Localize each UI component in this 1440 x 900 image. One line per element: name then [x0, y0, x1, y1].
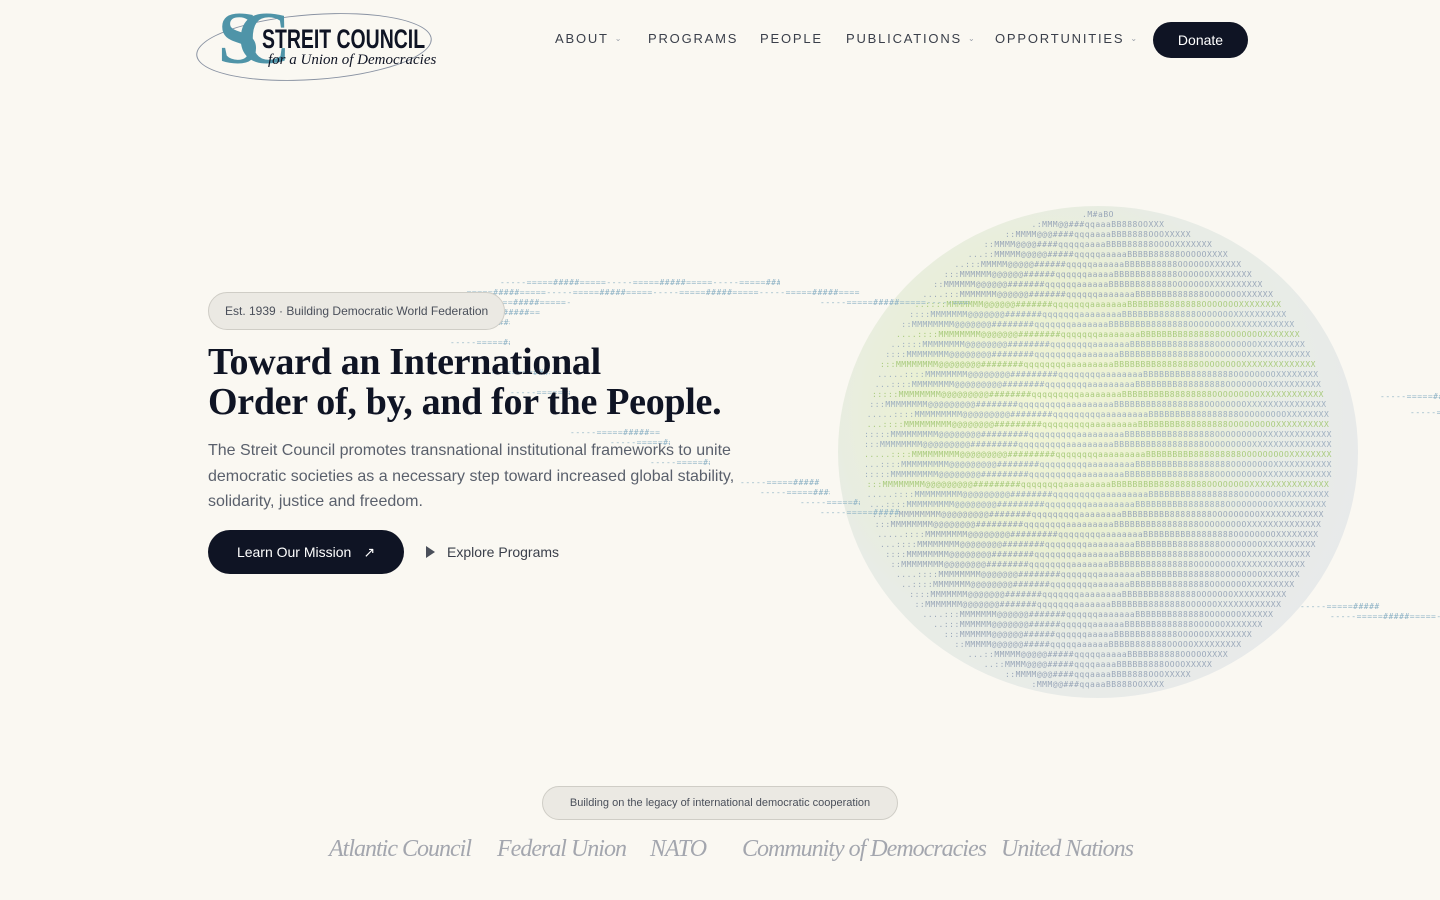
globe-ascii-row: ::::MMMMMMMM@@@@@@@@########qqqqqqqqaaaa…	[885, 350, 1311, 359]
globe-graphic: .M#aBO .:MMM@@###qqaaaBB888OOXXX::MMMM@@@…	[838, 206, 1358, 698]
data-stream-line: -----=====#####=====-----=====#####=====…	[760, 488, 830, 497]
globe-ascii-row: ..::::MMMMMMM@@@@@@#######qqqqqqqaaaaaaa…	[914, 300, 1282, 309]
chevron-down-icon: ⌄	[968, 34, 975, 43]
globe-ascii-row: ..:::MMMMM@@@@@######qqqqqaaaaaaBBBBB888…	[954, 260, 1242, 269]
chevron-down-icon: ⌄	[614, 34, 622, 43]
explore-programs-label: Explore Programs	[447, 544, 560, 560]
globe-ascii-row: ..::::MMMMMMM@@@@@@@@#######qqqqqqqqaaaa…	[901, 580, 1295, 589]
globe-ascii-row: ....:::MMMMMMM@@@@@@#######qqqqqqaaaaaaa…	[922, 610, 1274, 619]
site-header: SC STREIT COUNCIL for a Union of Democra…	[0, 0, 1440, 89]
globe-ascii-row: ..::::MMMMMMMM@@@@@@@@########qqqqqqqqaa…	[890, 340, 1306, 349]
globe-ascii-row: .....::::MMMMMMMMM@@@@@@@@@########qqqqq…	[866, 410, 1330, 419]
globe-ascii-row: ...::::MMMMMMMMM@@@@@@@@#########qqqqqqq…	[866, 420, 1330, 429]
globe-ascii-row: ...::::MMMMMMMMM@@@@@@@@#########qqqqqqq…	[869, 500, 1327, 509]
globe-ascii-row: :::MMMMMM@@@@@@######qqqqqqaaaaaBBBBBB88…	[943, 630, 1253, 639]
nav-label: ABOUT	[555, 31, 609, 46]
globe-ascii-row: ....::::MMMMMMMM@@@@@@@########qqqqqqqaa…	[895, 570, 1301, 579]
globe-ascii-row: ...::::MMMMMMMMM@@@@@@@@@########qqqqqqq…	[864, 460, 1332, 469]
globe-ascii-row: :::::MMMMMMMM@@@@@@@@@########qqqqqqqqqa…	[872, 510, 1324, 519]
globe-ascii-row: ::MMMMM@@@@@@#####qqqqqaaaaaaBBBBB888888…	[954, 640, 1242, 649]
globe-ascii-row: :::MMMMMMMM@@@@@@@@@#########qqqqqqqqaaa…	[866, 480, 1330, 489]
globe-ascii-row: ::::MMMMMMM@@@@@@@#######qqqqqqqaaaaaaaa…	[909, 310, 1287, 319]
nav-label: PROGRAMS	[648, 31, 739, 46]
nav-item-opportunities[interactable]: OPPORTUNITIES ⌄	[995, 31, 1137, 46]
globe-ascii-row: .....::::MMMMMMMMM@@@@@@@@@########qqqqq…	[866, 490, 1330, 499]
globe-ascii-row: ::MMMMMMMM@@@@@@@@########qqqqqqqqaaaaaa…	[890, 560, 1306, 569]
globe-ascii-row: :::::MMMMMMMMM@@@@@@@@#########qqqqqqqqq…	[864, 430, 1332, 439]
globe-ascii-row: :::::MMMMMMMMM@@@@@@@@#########qqqqqqqqq…	[864, 470, 1332, 479]
globe-ascii-row: ::MMMM@@@@####qqqqqaaaaBBBB88888OOOOXXXX…	[983, 240, 1213, 249]
globe-ascii-row: .....::::MMMMMMMM@@@@@@@@#########qqqqqq…	[877, 370, 1319, 379]
nav-item-people[interactable]: PEOPLE	[760, 31, 823, 46]
globe-ascii-row: ::::MMMMMMMM@@@@@@@@########qqqqqqqqaaaa…	[885, 550, 1311, 559]
globe-ascii-row: ...::MMMMM@@@@@#####qqqqqaaaaaBBBBB88888…	[967, 250, 1229, 259]
donate-button[interactable]: Donate	[1153, 22, 1248, 58]
org-logo-community-of-democracies: Community of Democracies	[742, 836, 987, 862]
globe-ascii-row: .....::::MMMMMMMM@@@@@@@@#########qqqqqq…	[877, 530, 1319, 539]
globe-ascii-row: .....::::MMMMMMMMM@@@@@@@@@#########qqqq…	[864, 450, 1332, 459]
globe-ascii-row: :::MMMMMMMM@@@@@@@@########qqqqqqqqaaaaa…	[880, 360, 1316, 369]
globe-ascii-row: .:MMM@@###qqaaaBB888OOXXX	[1031, 220, 1165, 229]
chevron-down-icon: ⌄	[1130, 34, 1138, 43]
globe-ascii-row: ::MMMMMMM@@@@@@@#######qqqqqqqaaaaaaaBBB…	[914, 600, 1282, 609]
logo-title: STREIT COUNCIL	[262, 24, 426, 54]
logo[interactable]: SC STREIT COUNCIL for a Union of Democra…	[193, 2, 446, 89]
globe-ascii-row: ::MMMM@@@####qqqaaaaBBB8888OOOXXXXX	[1004, 230, 1192, 239]
data-stream-line: -----=====#####=====-----=====#####=====…	[1300, 602, 1380, 611]
globe-ascii-row: :::MMMMMMMM@@@@@@@@@#########qqqqqqqqqaa…	[864, 440, 1332, 449]
nav-item-programs[interactable]: PROGRAMS	[648, 31, 738, 46]
data-stream-line: -----=====#####=====-----=====#####=====…	[570, 428, 660, 437]
hero-eyebrow-badge: Est. 1939 · Building Democratic World Fe…	[208, 292, 506, 330]
org-logo-atlantic-council: Atlantic Council	[329, 836, 472, 862]
data-stream-line: -----=====#####=====-----=====#####=====…	[500, 278, 780, 287]
globe-ascii-row: ..::MMMM@@@@#####qqqqaaaaBBBBB8888OOOOXX…	[983, 660, 1213, 669]
globe-ascii-row: :::MMMMMM@@@@@@######qqqqqqaaaaaBBBBBB88…	[943, 270, 1253, 279]
nav-item-publications[interactable]: PUBLICATIONS ⌄	[846, 31, 975, 46]
hero-title-line-2: Order of, by, and for the People.	[208, 381, 722, 423]
arrow-up-right-icon: ↗	[363, 543, 376, 560]
globe-ascii-row: ::MMMMMM@@@@@@#######qqqqqqaaaaaaBBBBBB8…	[933, 280, 1263, 289]
data-stream-line: -----=====#####=====-----=====#####=====…	[440, 288, 860, 297]
play-icon	[426, 546, 435, 558]
hero-title-line-1: Toward an International	[208, 341, 601, 383]
globe-ascii-row: ::::MMMMMMM@@@@@@@#######qqqqqqqaaaaaaaa…	[909, 590, 1287, 599]
data-stream-line: -----=====#####=====-----=====#####=====…	[1410, 408, 1440, 417]
globe-ascii-row: ::MMMMMMMM@@@@@@@########qqqqqqqaaaaaaaB…	[901, 320, 1295, 329]
globe-ascii-row: :MMM@@###qqaaaBB888OOXXXX	[1031, 680, 1165, 689]
data-stream-line: -----=====#####=====-----=====#####=====…	[1330, 612, 1440, 621]
nav-label: OPPORTUNITIES	[995, 31, 1125, 46]
nav-item-about[interactable]: ABOUT ⌄	[555, 31, 622, 46]
globe-ascii-row: ...::::MMMMMMMM@@@@@@@@@########qqqqqqqq…	[874, 380, 1322, 389]
org-logo-united-nations: United Nations	[1001, 836, 1134, 862]
data-stream-line: -----=====#####=====-----=====#####=====…	[820, 508, 900, 517]
globe-ascii-row: :::MMMMMMMM@@@@@@@@#########qqqqqqqqaaaa…	[874, 520, 1322, 529]
data-stream-line: -----=====#####=====-----=====#####=====…	[1380, 392, 1440, 401]
globe-ascii-row: ....:::MMMMMMM@@@@@@#######qqqqqqaaaaaaa…	[922, 290, 1274, 299]
org-logo-federal-union: Federal Union	[497, 836, 627, 862]
org-logo-nato: NATO	[650, 836, 707, 862]
globe-ascii-row: ....::::MMMMMMMM@@@@@@@########qqqqqqqaa…	[895, 330, 1301, 339]
learn-mission-label: Learn Our Mission	[236, 544, 352, 560]
globe-ascii-row: ...::MMMMM@@@@@#####qqqqqaaaaaBBBBB88888…	[967, 650, 1229, 659]
hero-description: The Streit Council promotes transnationa…	[208, 442, 735, 510]
globe-ascii-row: ...::::MMMMMMMM@@@@@@@@########qqqqqqqqa…	[880, 540, 1316, 549]
globe-ascii-row: :::::MMMMMMMM@@@@@@@@@########qqqqqqqqqa…	[872, 390, 1324, 399]
hero-title: Toward an International Order of, by, an…	[208, 342, 848, 422]
organization-logos: Atlantic Council Federal Union NATO Comm…	[0, 836, 1440, 870]
learn-mission-button[interactable]: Learn Our Mission ↗	[208, 530, 404, 574]
legacy-badge: Building on the legacy of international …	[542, 786, 898, 820]
explore-programs-link[interactable]: Explore Programs	[426, 541, 559, 563]
nav-label: PEOPLE	[760, 31, 823, 46]
data-stream-line: -----=====#####=====-----=====#####=====…	[820, 298, 970, 307]
globe-ascii-row: ::MMMM@@@####qqqaaaaBBB8888OOOXXXXX	[1004, 670, 1192, 679]
data-stream-line: -----=====#####=====-----=====#####=====…	[800, 498, 860, 507]
logo-subtitle: for a Union of Democracies	[268, 52, 437, 68]
nav-label: PUBLICATIONS	[846, 31, 962, 46]
globe-ascii-row: :::MMMMMMMM@@@@@@@@@########qqqqqqqqqaaa…	[869, 400, 1327, 409]
globe-ascii-row: .M#aBO	[1082, 210, 1114, 219]
globe-ascii-row: ..:::MMMMMM@@@@@@@######qqqqqqaaaaaaBBBB…	[933, 620, 1263, 629]
